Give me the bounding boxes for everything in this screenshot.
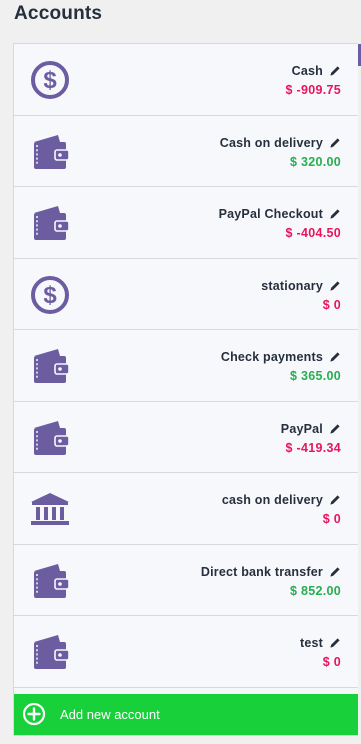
account-item[interactable]: Cash on delivery $ 320.00 xyxy=(14,115,358,187)
account-balance: $ 852.00 xyxy=(289,583,341,598)
account-balance: $ -404.50 xyxy=(285,226,341,240)
wallet-icon xyxy=(28,132,72,172)
account-balance: $ 365.00 xyxy=(289,369,341,383)
account-item[interactable]: $ Cash $ -909.75 xyxy=(14,44,358,116)
account-name: Check payments xyxy=(220,350,323,364)
account-name-row: test xyxy=(300,636,341,650)
account-name: PayPal Checkout xyxy=(218,207,323,221)
account-item[interactable]: cash on delivery $ 0 xyxy=(14,473,358,545)
add-new-account-button[interactable]: Add new account xyxy=(14,694,358,735)
wallet-icon xyxy=(28,561,72,601)
account-name: PayPal xyxy=(280,421,323,436)
account-info: Direct bank transfer $ 852.00 xyxy=(201,565,341,598)
account-name: Direct bank transfer xyxy=(200,564,323,579)
edit-pencil-icon[interactable] xyxy=(329,637,341,649)
account-name: Cash xyxy=(291,64,323,78)
edit-pencil-icon[interactable] xyxy=(329,566,341,578)
wallet-icon xyxy=(28,346,72,386)
dollar-icon: $ xyxy=(28,275,72,315)
account-info: Cash $ -909.75 xyxy=(285,64,341,97)
account-balance: $ 0 xyxy=(322,297,341,312)
account-name-row: PayPal xyxy=(281,422,341,436)
add-new-account-label: Add new account xyxy=(60,707,160,722)
account-info: cash on delivery $ 0 xyxy=(222,493,341,526)
account-info: PayPal $ -419.34 xyxy=(281,422,341,455)
wallet-icon xyxy=(28,632,72,672)
account-balance: $ -419.34 xyxy=(285,440,341,455)
edit-pencil-icon[interactable] xyxy=(329,137,341,149)
edit-pencil-icon[interactable] xyxy=(329,494,341,506)
account-item[interactable]: PayPal $ -419.34 xyxy=(14,401,358,473)
account-name-row: cash on delivery xyxy=(222,493,341,507)
edit-pencil-icon[interactable] xyxy=(329,423,341,435)
account-name: Cash on delivery xyxy=(219,135,323,150)
plus-circle-icon xyxy=(22,702,46,726)
account-name-row: Direct bank transfer xyxy=(201,565,341,579)
accounts-panel: $ Cash $ -909.75 Cash on delivery $ 320.00 Pa… xyxy=(13,43,358,736)
account-name-row: PayPal Checkout xyxy=(219,207,341,221)
account-name: test xyxy=(299,636,323,650)
account-info: Check payments $ 365.00 xyxy=(221,350,341,383)
account-balance: $ 320.00 xyxy=(289,154,341,169)
account-item[interactable]: Check payments $ 365.00 xyxy=(14,330,358,402)
account-name: stationary xyxy=(261,278,323,293)
account-name-row: Check payments xyxy=(221,350,341,364)
edit-pencil-icon[interactable] xyxy=(329,280,341,292)
account-item[interactable]: $ stationary $ 0 xyxy=(14,258,358,330)
account-info: stationary $ 0 xyxy=(261,279,341,312)
account-balance: $ 0 xyxy=(322,512,341,526)
account-info: PayPal Checkout $ -404.50 xyxy=(219,207,341,240)
account-item[interactable]: test $ 0 xyxy=(14,616,358,688)
account-name-row: Cash on delivery xyxy=(220,136,341,150)
svg-text:$: $ xyxy=(43,67,57,94)
account-name-row: stationary xyxy=(261,279,341,293)
account-item[interactable]: Direct bank transfer $ 852.00 xyxy=(14,544,358,616)
wallet-icon xyxy=(28,418,72,458)
svg-text:$: $ xyxy=(43,282,57,309)
dollar-icon: $ xyxy=(28,60,72,100)
account-item[interactable]: PayPal Checkout $ -404.50 xyxy=(14,187,358,259)
account-balance: $ -909.75 xyxy=(285,83,341,97)
account-balance: $ 0 xyxy=(322,655,341,669)
account-info: test $ 0 xyxy=(300,636,341,669)
account-info: Cash on delivery $ 320.00 xyxy=(220,136,341,169)
edit-pencil-icon[interactable] xyxy=(329,65,341,77)
wallet-icon xyxy=(28,203,72,243)
bank-icon xyxy=(28,489,72,529)
edit-pencil-icon[interactable] xyxy=(329,351,341,363)
accounts-list: $ Cash $ -909.75 Cash on delivery $ 320.00 Pa… xyxy=(14,44,358,688)
account-name-row: Cash xyxy=(285,64,341,78)
page-title: Accounts xyxy=(14,3,103,24)
account-name: cash on delivery xyxy=(221,493,323,507)
edit-pencil-icon[interactable] xyxy=(329,208,341,220)
